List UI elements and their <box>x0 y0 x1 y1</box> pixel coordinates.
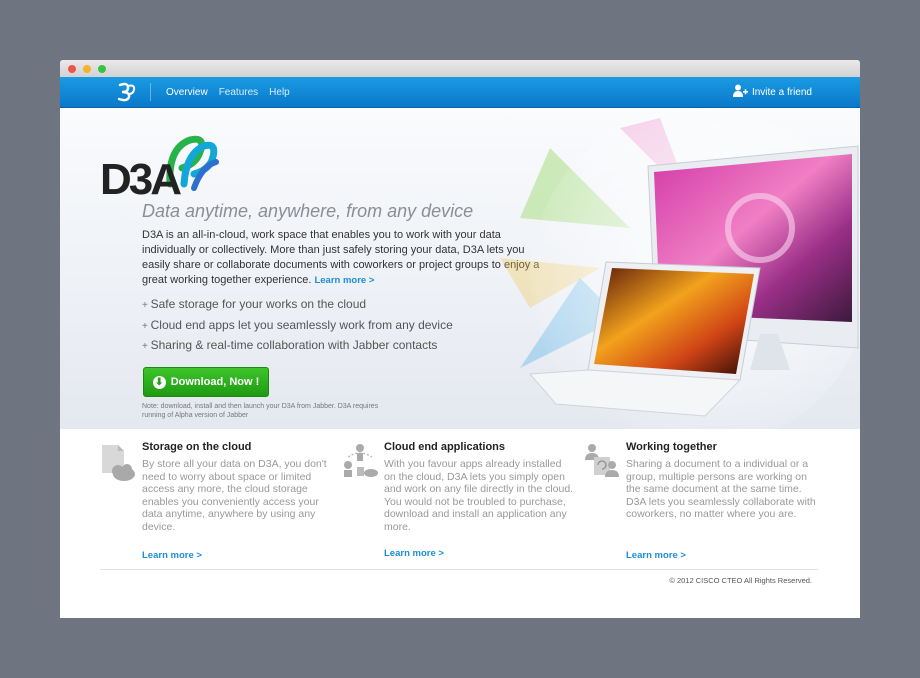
collaboration-icon <box>584 443 620 486</box>
feature-item: Safe storage for your works on the cloud <box>142 295 453 316</box>
column-body: Sharing a document to a individual or a … <box>626 458 816 521</box>
download-button-label: Download, Now ! <box>170 376 260 388</box>
window-titlebar <box>60 60 860 77</box>
features-columns: Storage on the cloud By store all your d… <box>60 429 860 569</box>
zoom-window-button[interactable] <box>98 64 106 73</box>
footer-divider <box>100 569 818 570</box>
hero-learn-more-link[interactable]: Learn more > <box>314 275 374 286</box>
copyright-text: © 2012 CISCO CTEO All Rights Reserved. <box>669 576 812 585</box>
column-title: Cloud end applications <box>384 441 506 453</box>
column-learn-more-link[interactable]: Learn more > <box>142 550 202 561</box>
nav-help-link[interactable]: Help <box>269 87 290 98</box>
column-title: Storage on the cloud <box>142 441 252 453</box>
invite-friend-label: Invite a friend <box>751 86 812 98</box>
close-window-button[interactable] <box>68 64 76 73</box>
column-body: By store all your data on D3A, you don't… <box>142 458 327 533</box>
feature-list: Safe storage for your works on the cloud… <box>142 295 453 357</box>
nav-divider <box>150 83 151 101</box>
column-learn-more-link[interactable]: Learn more > <box>384 548 444 559</box>
download-button[interactable]: ⬇ Download, Now ! <box>143 367 269 397</box>
minimize-window-button[interactable] <box>83 64 91 73</box>
feature-item: Cloud end apps let you seamlessly work f… <box>142 316 453 337</box>
cloud-apps-icon <box>342 443 378 486</box>
d3a-logo: D3A <box>98 126 228 204</box>
hero-section: D3A Data anytime, anywhere, from any dev… <box>60 108 860 429</box>
devices-illustration <box>460 108 860 429</box>
nav-links: Overview Features Help <box>166 77 290 107</box>
column-title: Working together <box>626 441 717 453</box>
add-user-icon <box>732 84 748 100</box>
download-arrow-icon: ⬇ <box>152 375 166 389</box>
hero-tagline: Data anytime, anywhere, from any device <box>142 201 474 221</box>
cloud-document-icon <box>100 443 136 488</box>
nav-overview-link[interactable]: Overview <box>166 87 208 98</box>
invite-friend-link[interactable]: Invite a friend <box>732 77 812 107</box>
svg-text:D3A: D3A <box>100 155 181 198</box>
nav-features-link[interactable]: Features <box>219 87 258 98</box>
column-learn-more-link[interactable]: Learn more > <box>626 550 686 561</box>
top-navbar: Overview Features Help Invite a friend <box>60 77 860 108</box>
browser-window: Overview Features Help Invite a friend D… <box>60 60 860 618</box>
download-note: Note: download, install and then launch … <box>142 403 379 419</box>
feature-item: Sharing & real-time collaboration with J… <box>142 336 453 357</box>
column-body: With you favour apps already installed o… <box>384 458 574 533</box>
d3a-small-logo-icon[interactable] <box>116 82 138 107</box>
